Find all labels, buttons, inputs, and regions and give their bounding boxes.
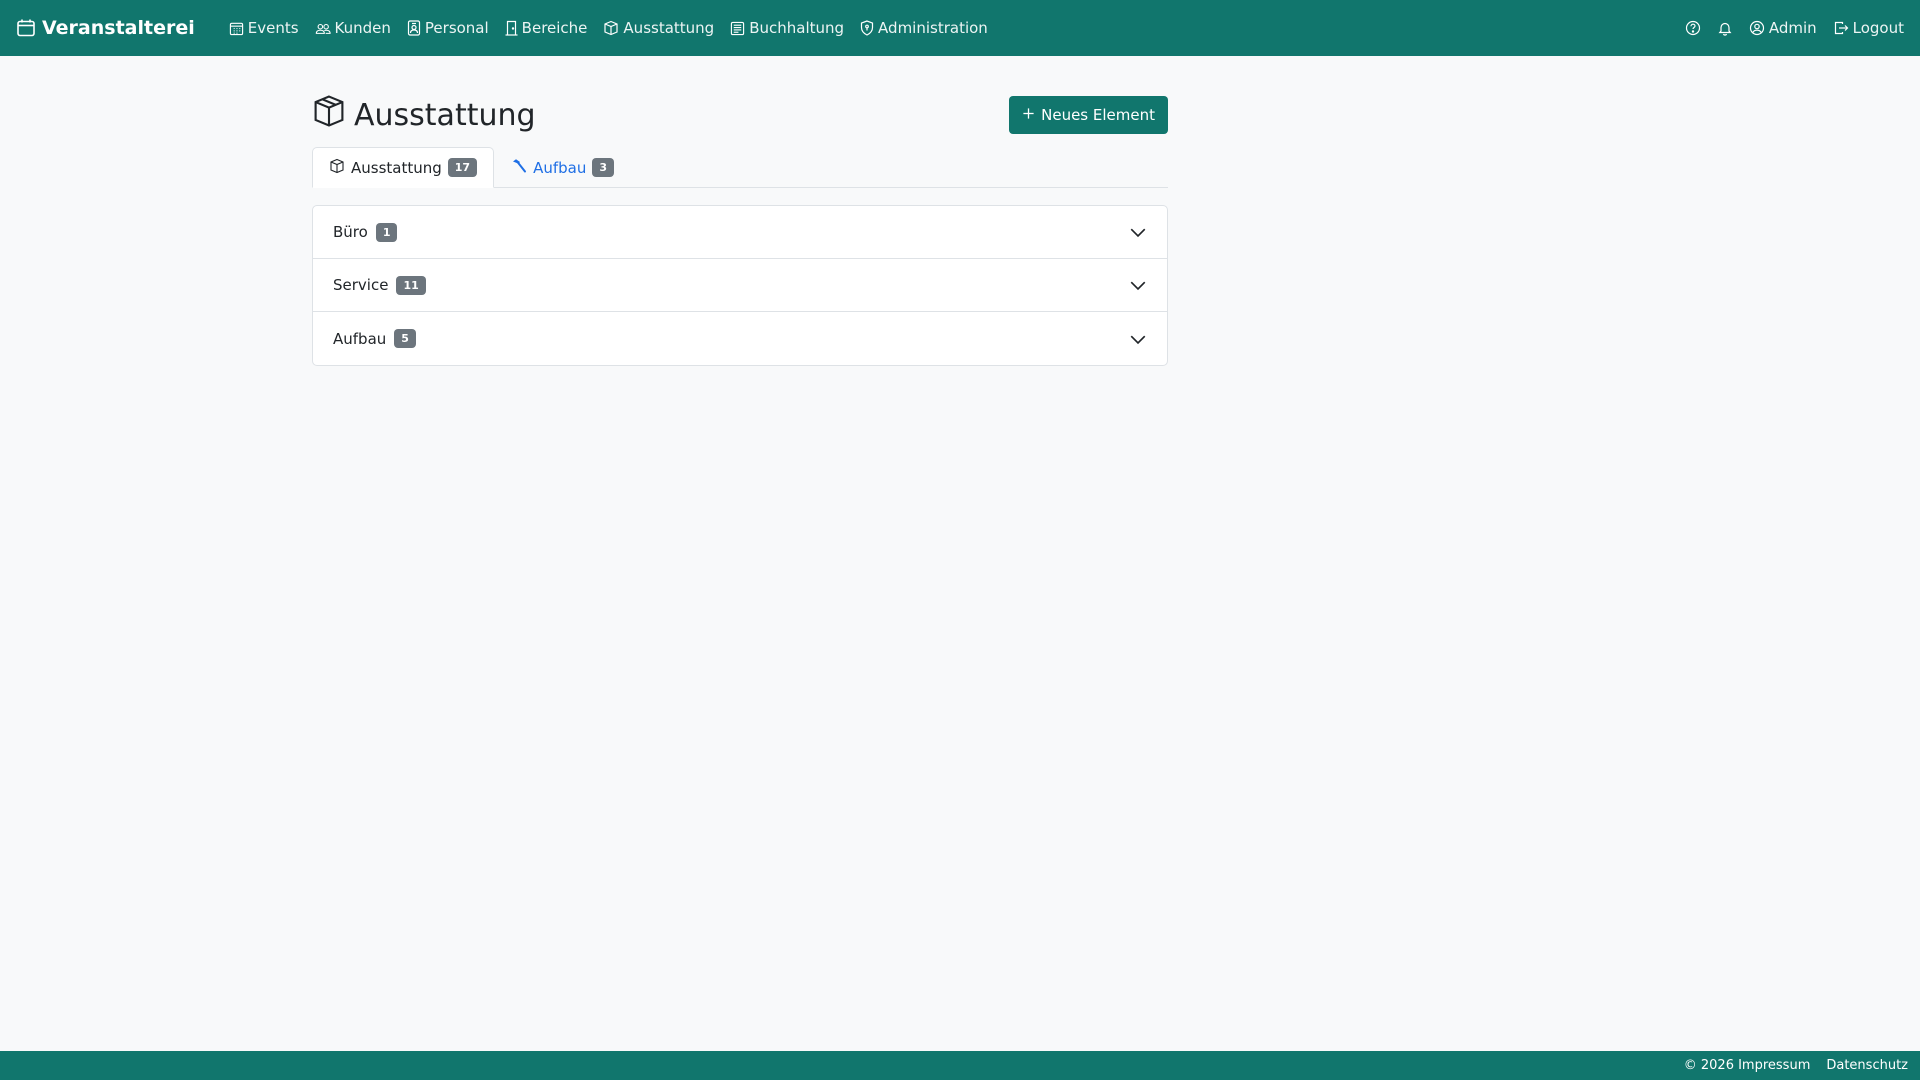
privacy-link[interactable]: Datenschutz: [1826, 1058, 1908, 1073]
tab-ausstattung[interactable]: Ausstattung 17: [312, 147, 495, 188]
page-title: Ausstattung: [312, 94, 536, 136]
hammer-icon: [511, 158, 527, 178]
count-badge: 1: [375, 222, 398, 242]
nav-label: Administration: [878, 19, 988, 37]
count-badge: 11: [396, 275, 426, 295]
calendar-grid-icon: [229, 21, 244, 36]
people-icon: [315, 21, 331, 36]
logout-label: Logout: [1852, 19, 1904, 37]
tab-label: Aufbau: [533, 158, 587, 177]
user-menu[interactable]: Admin: [1749, 19, 1817, 37]
box-icon: [329, 158, 345, 178]
nav-label: Bereiche: [521, 19, 588, 37]
user-name: Admin: [1768, 19, 1817, 37]
accordion-item-buero[interactable]: Büro 1: [313, 206, 1167, 259]
user-circle-icon: [1749, 20, 1765, 36]
impressum-link[interactable]: © 2026 Impressum: [1684, 1058, 1811, 1073]
brand-name: Veranstalterei: [42, 17, 195, 39]
nav-label: Personal: [424, 19, 489, 37]
count-badge: 5: [394, 329, 416, 348]
nav-item-kunden[interactable]: Kunden: [315, 19, 391, 37]
accordion-item-service[interactable]: Service 11: [313, 259, 1167, 312]
logout-icon: [1833, 20, 1849, 36]
category-label: Aufbau: [333, 329, 387, 348]
nav-right: Admin Logout: [1685, 19, 1904, 37]
category-accordion: Büro 1 Service 11 Aufbau 5: [312, 205, 1168, 366]
nav-item-personal[interactable]: Personal: [407, 19, 489, 37]
page-header: Ausstattung Neues Element: [312, 94, 1168, 136]
person-badge-icon: [407, 20, 421, 36]
nav-label: Ausstattung: [623, 19, 715, 37]
box-icon: [312, 94, 346, 136]
logout-link[interactable]: Logout: [1833, 19, 1904, 37]
new-element-button[interactable]: Neues Element: [1009, 96, 1168, 134]
door-icon: [505, 20, 518, 36]
nav-item-bereiche[interactable]: Bereiche: [505, 19, 588, 37]
top-navbar: Veranstalterei Events Kunden Personal Be…: [0, 0, 1920, 56]
count-badge: 17: [447, 158, 478, 177]
bell-icon[interactable]: [1717, 20, 1733, 36]
page-title-text: Ausstattung: [354, 97, 536, 133]
chevron-down-icon: [1129, 330, 1147, 348]
box-icon: [603, 20, 619, 36]
brand-link[interactable]: Veranstalterei: [16, 17, 195, 39]
nav-item-ausstattung[interactable]: Ausstattung: [603, 19, 714, 37]
tab-aufbau[interactable]: Aufbau 3: [494, 147, 631, 188]
count-badge: 3: [592, 158, 615, 177]
new-element-label: Neues Element: [1041, 106, 1155, 124]
accordion-item-aufbau[interactable]: Aufbau 5: [313, 312, 1167, 365]
category-label: Büro: [333, 223, 368, 241]
main-content: Ausstattung Neues Element Ausstattung 17: [312, 56, 1168, 366]
nav-label: Events: [247, 19, 299, 37]
nav-item-events[interactable]: Events: [229, 19, 299, 37]
help-icon[interactable]: [1685, 20, 1701, 36]
category-label: Service: [333, 276, 389, 294]
calendar-icon: [16, 18, 36, 38]
chevron-down-icon: [1129, 223, 1147, 241]
ledger-icon: [730, 21, 745, 36]
tab-label: Ausstattung: [351, 158, 442, 177]
main-nav: Events Kunden Personal Bereiche Ausstatt…: [229, 19, 988, 37]
nav-item-buchhaltung[interactable]: Buchhaltung: [730, 19, 844, 37]
nav-label: Kunden: [334, 19, 391, 37]
plus-icon: [1022, 106, 1035, 124]
shield-icon: [860, 20, 874, 36]
chevron-down-icon: [1129, 276, 1147, 294]
tab-bar: Ausstattung 17 Aufbau 3: [312, 147, 1168, 188]
footer: © 2026 Impressum Datenschutz: [0, 1051, 1920, 1080]
nav-label: Buchhaltung: [749, 19, 845, 37]
nav-item-administration[interactable]: Administration: [860, 19, 988, 37]
